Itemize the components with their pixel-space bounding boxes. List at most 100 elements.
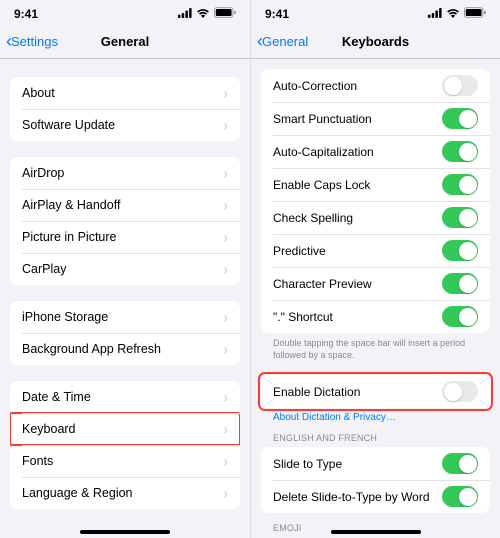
toggle-caps-lock[interactable] bbox=[442, 174, 478, 195]
row-label: Auto-Capitalization bbox=[273, 145, 374, 159]
signal-icon bbox=[428, 7, 442, 21]
row-background-refresh[interactable]: Background App Refresh › bbox=[10, 333, 240, 365]
back-label: General bbox=[262, 34, 308, 49]
wifi-icon bbox=[446, 7, 460, 21]
group-airdrop: AirDrop › AirPlay & Handoff › Picture in… bbox=[10, 157, 240, 285]
group-typing-options: Auto-Correction Smart Punctuation Auto-C… bbox=[261, 69, 490, 333]
row-fonts[interactable]: Fonts › bbox=[10, 445, 240, 477]
toggle-character-preview[interactable] bbox=[442, 273, 478, 294]
chevron-right-icon: › bbox=[223, 118, 228, 132]
row-label: CarPlay bbox=[22, 262, 66, 276]
chevron-right-icon: › bbox=[223, 454, 228, 468]
chevron-right-icon: › bbox=[223, 342, 228, 356]
row-airdrop[interactable]: AirDrop › bbox=[10, 157, 240, 189]
row-check-spelling[interactable]: Check Spelling bbox=[261, 201, 490, 234]
signal-icon bbox=[178, 7, 192, 21]
row-slide-to-type[interactable]: Slide to Type bbox=[261, 447, 490, 480]
toggle-period-shortcut[interactable] bbox=[442, 306, 478, 327]
nav-title: General bbox=[101, 34, 149, 49]
row-label: Enable Caps Lock bbox=[273, 178, 370, 192]
group-slide: Slide to Type Delete Slide-to-Type by Wo… bbox=[261, 447, 490, 513]
toggle-smart-punctuation[interactable] bbox=[442, 108, 478, 129]
row-label: iPhone Storage bbox=[22, 310, 108, 324]
row-smart-punctuation[interactable]: Smart Punctuation bbox=[261, 102, 490, 135]
general-content[interactable]: About › Software Update › AirDrop › AirP… bbox=[0, 59, 250, 538]
row-auto-correction[interactable]: Auto-Correction bbox=[261, 69, 490, 102]
toggle-delete-slide-word[interactable] bbox=[442, 486, 478, 507]
row-keyboard[interactable]: Keyboard › bbox=[10, 413, 240, 445]
row-language-region[interactable]: Language & Region › bbox=[10, 477, 240, 509]
row-label: "." Shortcut bbox=[273, 310, 333, 324]
row-label: Slide to Type bbox=[273, 457, 342, 471]
back-button[interactable]: ‹ General bbox=[257, 32, 308, 50]
phone-keyboards: 9:41 ‹ General Keyboards Auto-Correction bbox=[250, 0, 500, 538]
back-button[interactable]: ‹ Settings bbox=[6, 32, 58, 50]
note-period-shortcut: Double tapping the space bar will insert… bbox=[251, 333, 500, 361]
row-label: Check Spelling bbox=[273, 211, 353, 225]
chevron-right-icon: › bbox=[223, 166, 228, 180]
row-label: AirPlay & Handoff bbox=[22, 198, 120, 212]
home-indicator[interactable] bbox=[80, 530, 170, 534]
row-auto-capitalization[interactable]: Auto-Capitalization bbox=[261, 135, 490, 168]
row-label: AirDrop bbox=[22, 166, 64, 180]
chevron-right-icon: › bbox=[223, 230, 228, 244]
row-label: Delete Slide-to-Type by Word bbox=[273, 490, 430, 504]
chevron-right-icon: › bbox=[223, 390, 228, 404]
nav-bar-general: ‹ Settings General bbox=[0, 24, 250, 58]
status-right bbox=[178, 7, 236, 21]
status-bar: 9:41 bbox=[0, 4, 250, 24]
toggle-check-spelling[interactable] bbox=[442, 207, 478, 228]
row-label: Software Update bbox=[22, 118, 115, 132]
group-about: About › Software Update › bbox=[10, 77, 240, 141]
chevron-right-icon: › bbox=[223, 486, 228, 500]
toggle-enable-dictation[interactable] bbox=[442, 381, 478, 402]
row-pip[interactable]: Picture in Picture › bbox=[10, 221, 240, 253]
row-label: Background App Refresh bbox=[22, 342, 161, 356]
row-label: Auto-Correction bbox=[273, 79, 357, 93]
status-time: 9:41 bbox=[14, 7, 38, 21]
section-english-french: ENGLISH AND FRENCH bbox=[251, 423, 500, 443]
chevron-right-icon: › bbox=[223, 86, 228, 100]
phone-general: 9:41 ‹ Settings General About › bbox=[0, 0, 250, 538]
row-label: Enable Dictation bbox=[273, 385, 360, 399]
row-about[interactable]: About › bbox=[10, 77, 240, 109]
row-period-shortcut[interactable]: "." Shortcut bbox=[261, 300, 490, 333]
chevron-right-icon: › bbox=[223, 422, 228, 436]
row-label: Date & Time bbox=[22, 390, 91, 404]
wifi-icon bbox=[196, 7, 210, 21]
row-character-preview[interactable]: Character Preview bbox=[261, 267, 490, 300]
nav-title: Keyboards bbox=[342, 34, 409, 49]
row-label: Smart Punctuation bbox=[273, 112, 372, 126]
chevron-right-icon: › bbox=[223, 310, 228, 324]
row-predictive[interactable]: Predictive bbox=[261, 234, 490, 267]
chevron-right-icon: › bbox=[223, 262, 228, 276]
home-indicator[interactable] bbox=[331, 530, 421, 534]
toggle-auto-capitalization[interactable] bbox=[442, 141, 478, 162]
row-label: Predictive bbox=[273, 244, 326, 258]
row-carplay[interactable]: CarPlay › bbox=[10, 253, 240, 285]
keyboards-content[interactable]: Auto-Correction Smart Punctuation Auto-C… bbox=[251, 59, 500, 538]
row-storage[interactable]: iPhone Storage › bbox=[10, 301, 240, 333]
row-enable-dictation[interactable]: Enable Dictation bbox=[261, 375, 490, 408]
toggle-auto-correction[interactable] bbox=[442, 75, 478, 96]
back-label: Settings bbox=[11, 34, 58, 49]
chevron-right-icon: › bbox=[223, 198, 228, 212]
row-label: Picture in Picture bbox=[22, 230, 116, 244]
row-label: Fonts bbox=[22, 454, 53, 468]
row-date-time[interactable]: Date & Time › bbox=[10, 381, 240, 413]
toggle-slide-to-type[interactable] bbox=[442, 453, 478, 474]
row-caps-lock[interactable]: Enable Caps Lock bbox=[261, 168, 490, 201]
row-airplay[interactable]: AirPlay & Handoff › bbox=[10, 189, 240, 221]
group-date: Date & Time › Keyboard › Fonts › Languag… bbox=[10, 381, 240, 509]
row-delete-slide-word[interactable]: Delete Slide-to-Type by Word bbox=[261, 480, 490, 513]
nav-bar-keyboards: ‹ General Keyboards bbox=[251, 24, 500, 58]
row-label: About bbox=[22, 86, 55, 100]
row-software-update[interactable]: Software Update › bbox=[10, 109, 240, 141]
link-dictation-privacy[interactable]: About Dictation & Privacy… bbox=[251, 408, 500, 423]
group-dictation: Enable Dictation bbox=[261, 375, 490, 408]
group-storage: iPhone Storage › Background App Refresh … bbox=[10, 301, 240, 365]
toggle-predictive[interactable] bbox=[442, 240, 478, 261]
row-label: Keyboard bbox=[22, 422, 76, 436]
status-bar: 9:41 bbox=[251, 4, 500, 24]
row-label: Character Preview bbox=[273, 277, 372, 291]
